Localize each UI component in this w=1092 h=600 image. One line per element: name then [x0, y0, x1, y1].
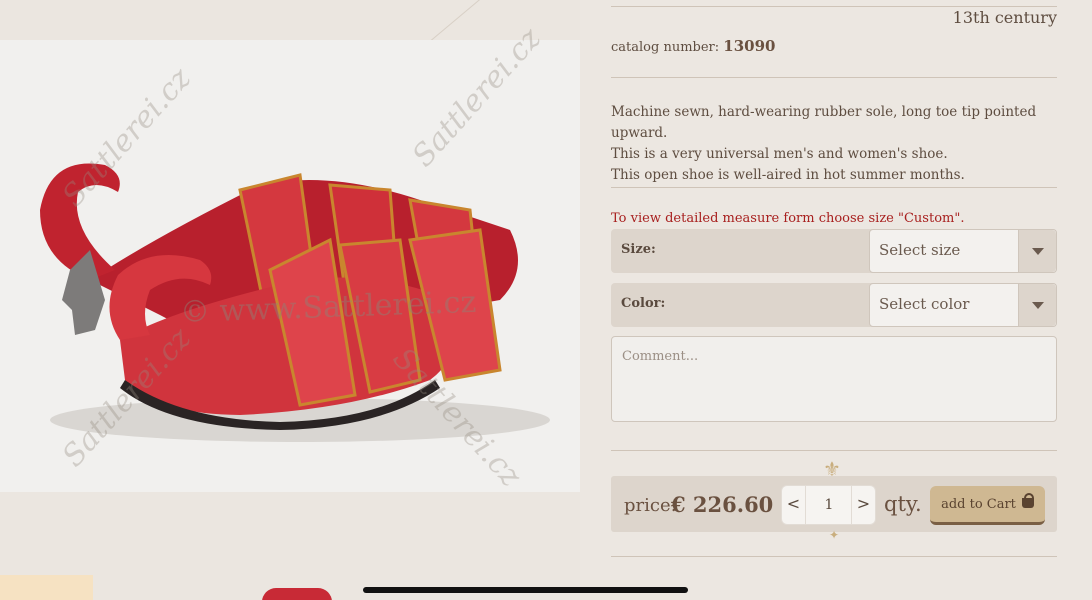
decrease-quantity-button[interactable]: < [782, 486, 806, 524]
catalog-number: catalog number: 13090 [611, 37, 775, 55]
color-select-value: Select color [879, 295, 970, 313]
increase-quantity-button[interactable]: > [851, 486, 875, 524]
description-line: This open shoe is well-aired in hot summ… [611, 167, 965, 183]
thumbnail-active[interactable] [0, 575, 93, 600]
divider [611, 77, 1057, 78]
price-label: price: [624, 495, 677, 516]
size-select-value: Select size [879, 241, 961, 259]
divider [611, 187, 1057, 188]
qty-label: qty. [884, 492, 922, 516]
color-select[interactable]: Select color [869, 283, 1057, 327]
color-label: Color: [621, 296, 666, 311]
add-to-cart-button[interactable]: add to Cart [930, 486, 1045, 525]
quantity-stepper: < > [781, 485, 876, 525]
basket-icon [1021, 493, 1034, 508]
ornament-icon: ✦ [829, 528, 840, 542]
add-to-cart-label: add to Cart [941, 496, 1016, 512]
catalog-label: catalog number: [611, 40, 720, 55]
description-line: Machine sewn, hard-wearing rubber sole, … [611, 104, 1037, 141]
product-photo[interactable]: © www.Sattlerei.cz Sattlerei.cz Sattlere… [0, 21, 580, 494]
quantity-input[interactable] [807, 486, 851, 524]
century-label: 13th century [952, 8, 1057, 27]
chevron-down-icon[interactable] [1018, 284, 1056, 326]
purchase-bar: price: € 226.60 < > qty. add to Cart [611, 476, 1057, 532]
thumbnail-shoe[interactable] [262, 588, 332, 600]
comment-field[interactable] [611, 336, 1057, 422]
description-line: This is a very universal men's and women… [611, 146, 948, 162]
catalog-value: 13090 [723, 37, 776, 55]
product-description: Machine sewn, hard-wearing rubber sole, … [611, 102, 1057, 186]
divider [611, 556, 1057, 557]
color-option-row: Color: Select color [611, 283, 1057, 327]
home-indicator[interactable] [363, 587, 688, 593]
product-image-pane: © www.Sattlerei.cz Sattlerei.cz Sattlere… [0, 0, 580, 600]
divider [611, 450, 1057, 451]
chevron-down-icon[interactable] [1018, 230, 1056, 272]
size-select[interactable]: Select size [869, 229, 1057, 273]
custom-size-note: To view detailed measure form choose siz… [611, 211, 965, 226]
divider [611, 6, 1057, 7]
size-option-row: Size: Select size [611, 229, 1057, 273]
size-label: Size: [621, 242, 656, 257]
price-value: € 226.60 [671, 492, 774, 517]
